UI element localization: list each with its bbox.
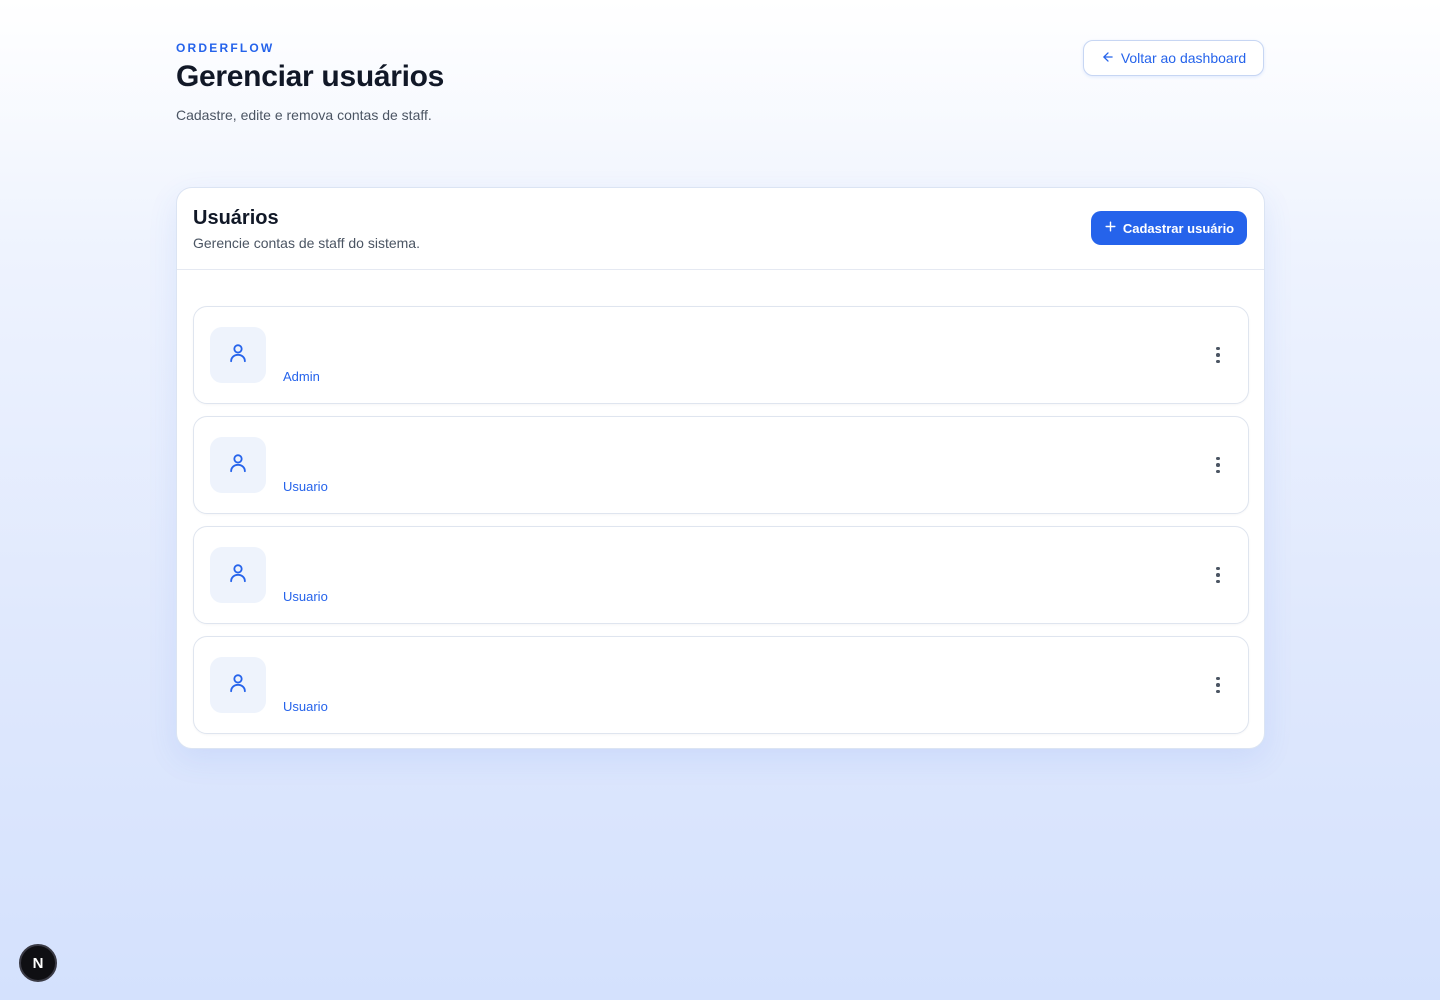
users-card: Usuários Gerencie contas de staff do sis… [176, 187, 1265, 749]
user-row[interactable]: Admin [193, 306, 1249, 404]
add-user-button-label: Cadastrar usuário [1122, 220, 1235, 236]
user-role: Usuario [283, 479, 328, 494]
users-card-subtitle: Gerencie contas de staff do sistema. [193, 235, 420, 251]
more-options-icon[interactable] [1208, 563, 1228, 587]
user-row[interactable]: Usuario [193, 526, 1249, 624]
user-icon [227, 342, 249, 369]
add-user-button[interactable]: Cadastrar usuário [1091, 211, 1247, 245]
page-header: ORDERFLOW Gerenciar usuários Cadastre, e… [176, 40, 1264, 130]
more-options-icon[interactable] [1208, 453, 1228, 477]
dev-badge-label: N [32, 954, 44, 972]
avatar [210, 657, 266, 713]
user-list: Admin Usuario Usuario Usuario [193, 306, 1249, 746]
page-subtitle: Cadastre, edite e remova contas de staff… [176, 107, 432, 123]
avatar [210, 437, 266, 493]
avatar [210, 547, 266, 603]
more-options-icon[interactable] [1208, 343, 1228, 367]
arrow-left-icon [1101, 50, 1115, 67]
user-row[interactable]: Usuario [193, 636, 1249, 734]
user-icon [227, 672, 249, 699]
users-card-header: Usuários Gerencie contas de staff do sis… [177, 188, 1264, 270]
brand-label: ORDERFLOW [176, 41, 275, 55]
page-title: Gerenciar usuários [176, 60, 445, 93]
user-icon [227, 452, 249, 479]
user-role: Usuario [283, 589, 328, 604]
back-to-dashboard-button[interactable]: Voltar ao dashboard [1083, 40, 1264, 76]
dev-tools-badge[interactable]: N [19, 944, 57, 982]
user-role: Usuario [283, 699, 328, 714]
back-button-label: Voltar ao dashboard [1120, 50, 1247, 66]
more-options-icon[interactable] [1208, 673, 1228, 697]
avatar [210, 327, 266, 383]
user-row[interactable]: Usuario [193, 416, 1249, 514]
user-role: Admin [283, 369, 320, 384]
user-icon [227, 562, 249, 589]
plus-icon [1104, 220, 1117, 236]
users-card-title: Usuários [193, 207, 279, 229]
